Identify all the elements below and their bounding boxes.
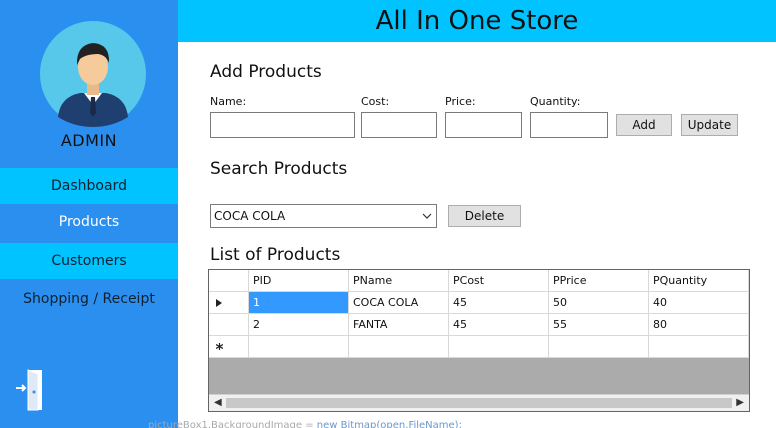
name-label: Name: [210, 95, 247, 108]
admin-label: ADMIN [60, 131, 118, 150]
table-cell[interactable]: 45 [449, 292, 549, 314]
column-header-pid[interactable]: PID [249, 270, 349, 292]
column-header-pname[interactable]: PName [349, 270, 449, 292]
new-row-asterisk-icon [216, 343, 223, 350]
caption-part-a: pictureBox1.BackgroundImage = [148, 420, 317, 428]
add-products-heading: Add Products [210, 62, 322, 82]
scroll-right-icon[interactable]: ▶ [736, 397, 744, 408]
sidebar-item-shopping-receipt[interactable]: Shopping / Receipt [0, 281, 178, 317]
table-cell[interactable]: 55 [549, 314, 649, 336]
exit-door-icon[interactable] [14, 366, 46, 414]
horizontal-scrollbar[interactable]: ◀ ▶ [209, 394, 749, 411]
name-input[interactable] [210, 112, 355, 138]
table-cell[interactable] [349, 336, 449, 358]
update-button[interactable]: Update [681, 114, 738, 136]
table-cell[interactable]: 40 [649, 292, 749, 314]
sidebar-item-products[interactable]: Products [0, 204, 178, 240]
table-cell[interactable] [249, 336, 349, 358]
price-label: Price: [445, 95, 476, 108]
cost-input[interactable] [361, 112, 437, 138]
search-products-heading: Search Products [210, 159, 348, 179]
table-row[interactable]: 2 FANTA 45 55 80 [209, 314, 749, 336]
quantity-label: Quantity: [530, 95, 581, 108]
table-cell[interactable]: 50 [549, 292, 649, 314]
product-search-select[interactable]: COCA COLA [210, 204, 437, 228]
chevron-down-icon [422, 213, 432, 219]
table-cell[interactable]: 1 [249, 292, 349, 314]
table-row[interactable]: 1 COCA COLA 45 50 40 [209, 292, 749, 314]
sidebar-item-customers[interactable]: Customers [0, 243, 178, 279]
scrollbar-thumb[interactable] [226, 398, 732, 408]
list-of-products-heading: List of Products [210, 245, 341, 265]
product-search-selected: COCA COLA [214, 209, 286, 223]
sidebar-item-dashboard[interactable]: Dashboard [0, 168, 178, 204]
table-cell[interactable]: COCA COLA [349, 292, 449, 314]
cost-label: Cost: [361, 95, 390, 108]
row-header[interactable] [209, 336, 249, 358]
grid-corner [209, 270, 249, 292]
add-button[interactable]: Add [616, 114, 672, 136]
admin-avatar-icon [40, 21, 146, 127]
grid-header-row: PID PName PCost PPrice PQuantity [209, 270, 749, 292]
app-title: All In One Store [178, 0, 776, 42]
table-cell[interactable]: FANTA [349, 314, 449, 336]
table-cell[interactable] [649, 336, 749, 358]
delete-button[interactable]: Delete [448, 205, 521, 227]
table-cell[interactable] [449, 336, 549, 358]
price-input[interactable] [445, 112, 522, 138]
scroll-left-icon[interactable]: ◀ [214, 397, 222, 408]
row-header[interactable] [209, 292, 249, 314]
table-cell[interactable] [549, 336, 649, 358]
products-grid[interactable]: PID PName PCost PPrice PQuantity 1 COCA … [208, 269, 750, 412]
table-cell[interactable]: 45 [449, 314, 549, 336]
row-header[interactable] [209, 314, 249, 336]
column-header-pquantity[interactable]: PQuantity [649, 270, 749, 292]
column-header-pprice[interactable]: PPrice [549, 270, 649, 292]
new-row[interactable] [209, 336, 749, 358]
sidebar: ADMIN Dashboard Products Customers Shopp… [0, 0, 178, 428]
table-cell[interactable]: 80 [649, 314, 749, 336]
column-header-pcost[interactable]: PCost [449, 270, 549, 292]
background-code-caption: pictureBox1.BackgroundImage = new Bitmap… [148, 420, 462, 428]
caption-part-b: new Bitmap(open.FileName); [316, 420, 462, 428]
quantity-input[interactable] [530, 112, 608, 138]
table-cell[interactable]: 2 [249, 314, 349, 336]
current-row-icon [216, 299, 222, 307]
